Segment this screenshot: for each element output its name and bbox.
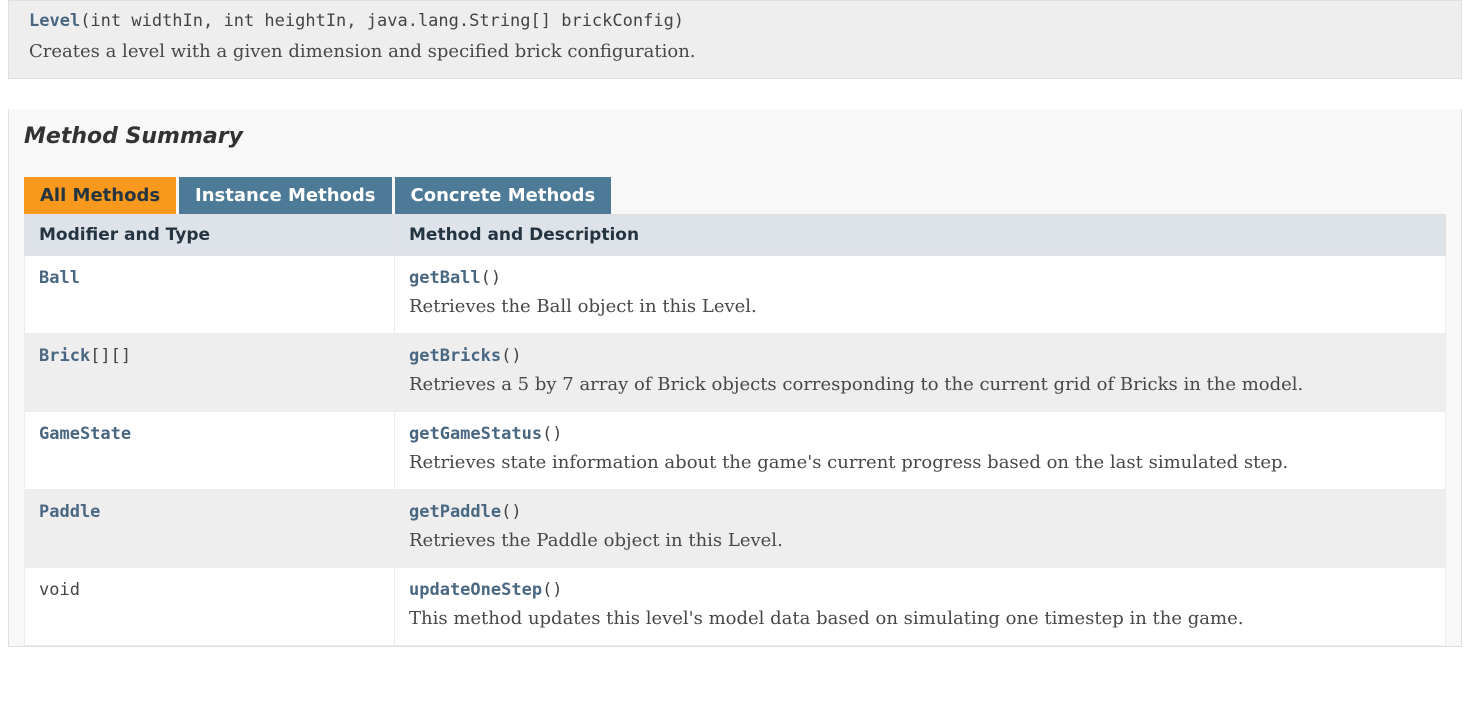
constructor-params: (int widthIn, int heightIn, java.lang.St… [80, 11, 684, 31]
method-description: This method updates this level's model d… [409, 608, 1431, 629]
cell-method-description: getPaddle() Retrieves the Paddle object i… [395, 490, 1446, 568]
method-name-link[interactable]: getBall [409, 268, 481, 288]
cell-modifier-type: void [25, 568, 395, 646]
constructor-signature: Level(int widthIn, int heightIn, java.la… [29, 11, 1441, 31]
method-description: Retrieves the Paddle object in this Leve… [409, 530, 1431, 551]
method-params: () [542, 424, 562, 444]
tab-all-methods[interactable]: All Methods [24, 177, 176, 214]
method-tabs: All Methods Instance Methods Concrete Me… [24, 177, 1461, 214]
method-name-link[interactable]: getGameStatus [409, 424, 542, 444]
table-row: GameState getGameStatus() Retrieves state … [25, 412, 1446, 490]
method-name-link[interactable]: getBricks [409, 346, 501, 366]
method-signature: getPaddle() [409, 502, 1431, 522]
return-type-link[interactable]: Paddle [39, 502, 100, 522]
return-type-plain: void [39, 580, 80, 600]
return-type-link[interactable]: Brick [39, 346, 90, 366]
table-header-row: Modifier and Type Method and Description [25, 215, 1446, 256]
table-row: Paddle getPaddle() Retrieves the Paddle ob… [25, 490, 1446, 568]
method-description: Retrieves a 5 by 7 array of Brick object… [409, 374, 1431, 395]
cell-modifier-type: Ball [25, 256, 395, 334]
cell-modifier-type: Paddle [25, 490, 395, 568]
method-signature: getBricks() [409, 346, 1431, 366]
method-summary-section: Method Summary All Methods Instance Meth… [8, 109, 1462, 647]
cell-method-description: updateOneStep() This method updates this … [395, 568, 1446, 646]
method-params: () [481, 268, 501, 288]
cell-method-description: getBall() Retrieves the Ball object in th… [395, 256, 1446, 334]
method-signature: getGameStatus() [409, 424, 1431, 444]
tab-concrete-methods[interactable]: Concrete Methods [395, 177, 612, 214]
method-name-link[interactable]: updateOneStep [409, 580, 542, 600]
method-description: Retrieves state information about the ga… [409, 452, 1431, 473]
method-params: () [501, 502, 521, 522]
constructor-description: Creates a level with a given dimension a… [29, 41, 1441, 62]
method-params: () [501, 346, 521, 366]
method-summary-table: Modifier and Type Method and Description… [24, 214, 1446, 646]
tab-instance-methods[interactable]: Instance Methods [179, 177, 391, 214]
return-type-link[interactable]: GameState [39, 424, 131, 444]
cell-modifier-type: Brick[][] [25, 334, 395, 412]
constructor-name-link[interactable]: Level [29, 11, 80, 31]
constructor-summary-row: Level(int widthIn, int heightIn, java.la… [8, 0, 1462, 79]
method-summary-title: Method Summary [24, 124, 1461, 149]
cell-method-description: getGameStatus() Retrieves state informati… [395, 412, 1446, 490]
header-modifier-type: Modifier and Type [25, 215, 395, 256]
cell-method-description: getBricks() Retrieves a 5 by 7 array of B… [395, 334, 1446, 412]
method-signature: getBall() [409, 268, 1431, 288]
return-type-suffix: [][] [90, 346, 131, 366]
return-type-link[interactable]: Ball [39, 268, 80, 288]
table-row: Ball getBall() Retrieves the Ball object i… [25, 256, 1446, 334]
table-row: void updateOneStep() This method updates t… [25, 568, 1446, 646]
header-method-description: Method and Description [395, 215, 1446, 256]
cell-modifier-type: GameState [25, 412, 395, 490]
table-row: Brick[][] getBricks() Retrieves a 5 by 7 a… [25, 334, 1446, 412]
method-name-link[interactable]: getPaddle [409, 502, 501, 522]
method-signature: updateOneStep() [409, 580, 1431, 600]
method-description: Retrieves the Ball object in this Level. [409, 296, 1431, 317]
method-params: () [542, 580, 562, 600]
